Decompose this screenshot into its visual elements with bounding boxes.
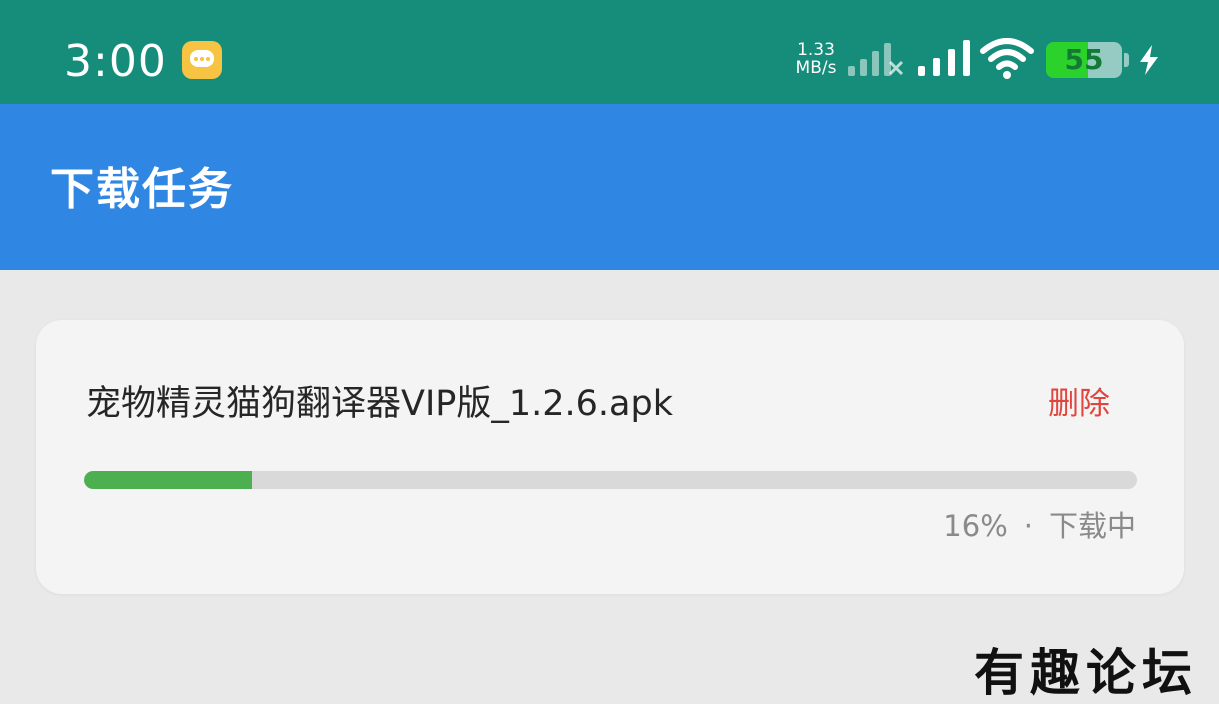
status-bar: 3:00 1.33 MB/s 55: [0, 0, 1219, 104]
battery-cap: [1124, 53, 1129, 67]
page-title: 下载任务: [50, 164, 234, 215]
svg-text:有趣论坛: 有趣论坛: [974, 643, 1198, 700]
download-tasks-screen: 3:00 1.33 MB/s 55 下载任务 宠物精灵猫狗翻译器VIP版_1.2…: [0, 0, 1219, 704]
status-separator: ·: [1023, 509, 1033, 543]
download-progress-fill: [84, 471, 253, 489]
battery-level: 55: [1064, 43, 1104, 76]
download-progress-bar: [84, 471, 1137, 489]
download-task-card[interactable]: 宠物精灵猫狗翻译器VIP版_1.2.6.apk 删除 16% · 下载中: [36, 320, 1184, 594]
status-time: 3:00: [64, 36, 167, 87]
download-status: 下载中: [1048, 509, 1136, 543]
wifi-icon: [980, 38, 1034, 79]
message-bubble-icon: [182, 41, 222, 79]
network-speed-value: 1.33: [797, 40, 835, 60]
download-status-line: 16% · 下载中: [943, 506, 1136, 546]
lightning-bolt-icon: [1140, 45, 1158, 75]
battery-icon: 55: [1046, 42, 1122, 78]
network-speed-unit: MB/s: [795, 58, 837, 78]
progress-percent: 16%: [943, 509, 1008, 543]
task-file-name: 宠物精灵猫狗翻译器VIP版_1.2.6.apk: [86, 384, 673, 424]
signal-weak-icon: [848, 40, 904, 76]
delete-button[interactable]: 删除: [1048, 382, 1110, 426]
app-bar: 下载任务: [0, 104, 1219, 270]
network-speed: 1.33 MB/s: [790, 41, 842, 77]
forum-watermark-logo: 有趣论坛: [974, 643, 1198, 700]
signal-full-icon: [918, 40, 970, 76]
